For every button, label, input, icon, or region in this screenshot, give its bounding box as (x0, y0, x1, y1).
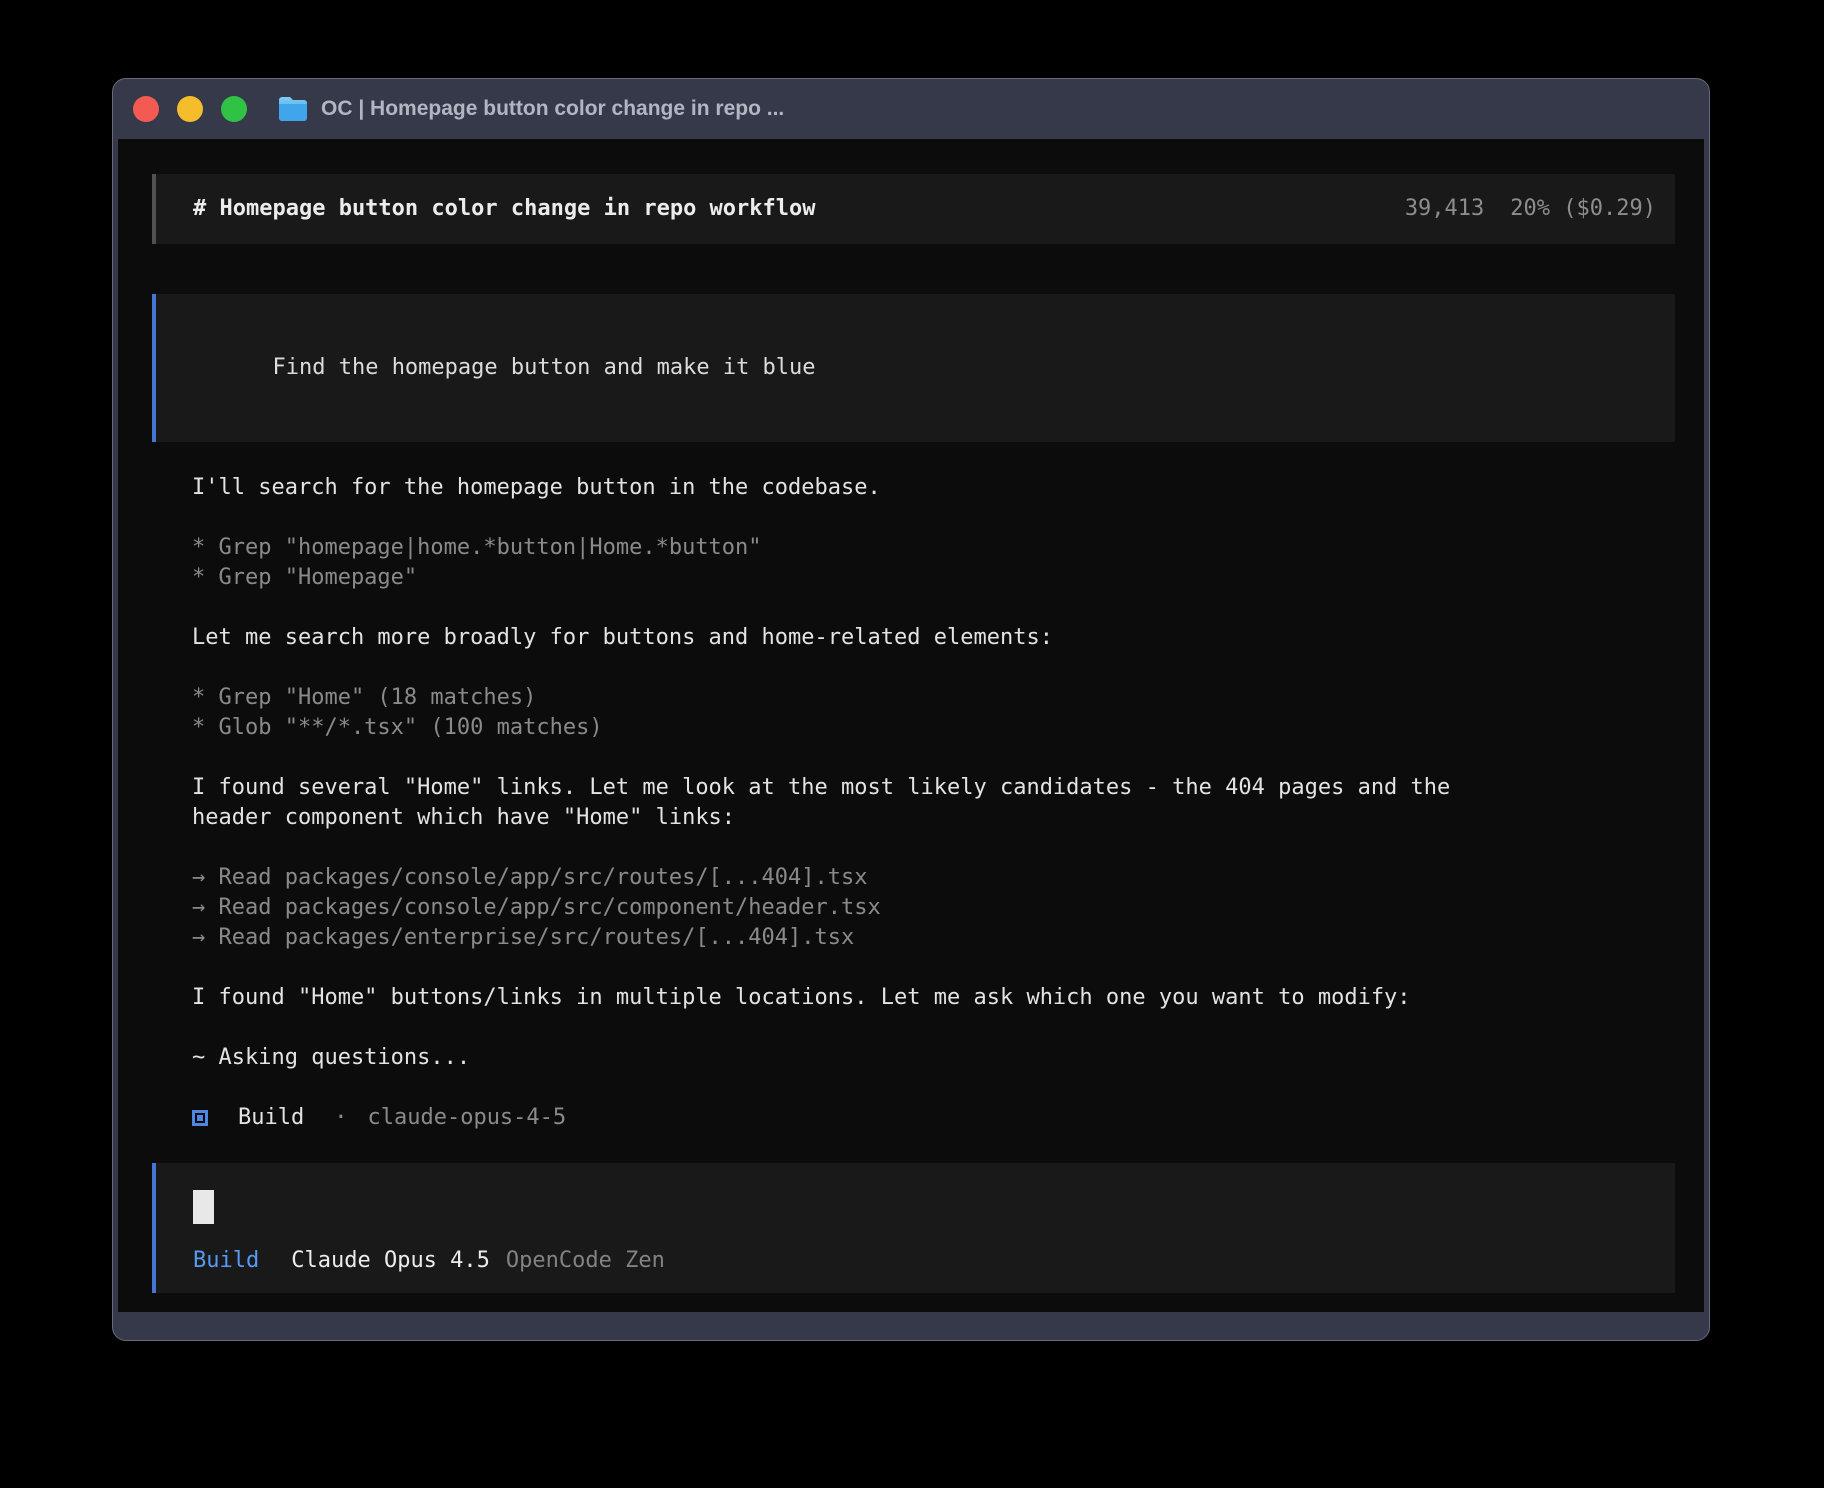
context-usage-cost: 20% ($0.29) (1510, 194, 1656, 224)
assistant-transcript: I'll search for the homepage button in t… (152, 473, 1675, 1163)
session-meta: 39,413 20% ($0.29) (1405, 194, 1656, 224)
shortcut-commands: ctrl+p commands (1466, 1311, 1664, 1312)
tool-call-grep: * Grep "Home" (18 matches) (192, 685, 536, 710)
separator-dot: · (334, 1103, 347, 1133)
assistant-message: I found "Home" buttons/links in multiple… (192, 983, 1645, 1013)
tool-call-group: → Read packages/console/app/src/routes/[… (192, 863, 1645, 953)
close-button[interactable] (133, 96, 159, 122)
folder-icon (278, 96, 308, 122)
session-header: # Homepage button color change in repo w… (152, 174, 1675, 244)
tool-call-glob: * Glob "**/*.tsx" (100 matches) (192, 715, 603, 740)
agent-status-row: Build · claude-opus-4-5 (192, 1103, 1645, 1133)
titlebar[interactable]: OC | Homepage button color change in rep… (113, 79, 1709, 138)
shortcut-agents: tab agents (1289, 1311, 1421, 1312)
interrupt-label: interrupt (369, 1311, 488, 1312)
tool-call-read: → Read packages/enterprise/src/routes/[.… (192, 925, 854, 950)
assistant-message: I'll search for the homepage button in t… (192, 473, 1645, 503)
agent-badge[interactable]: Build (193, 1246, 259, 1276)
zoom-button[interactable] (221, 96, 247, 122)
session-title: # Homepage button color change in repo w… (193, 194, 816, 224)
user-message-text: Find the homepage button and make it blu… (272, 355, 815, 380)
text-cursor (193, 1190, 214, 1224)
tool-call-grep: * Grep "homepage|home.*button|Home.*butt… (192, 535, 762, 560)
minimize-button[interactable] (177, 96, 203, 122)
agent-model: claude-opus-4-5 (367, 1103, 566, 1133)
esc-key-hint: esc (316, 1311, 356, 1312)
token-count: 39,413 (1405, 194, 1484, 224)
assistant-message: I found several "Home" links. Let me loo… (192, 773, 1645, 833)
tool-call-group: * Grep "homepage|home.*button|Home.*butt… (192, 533, 1645, 593)
terminal-content: # Homepage button color change in repo w… (118, 139, 1704, 1312)
shortcut-variants: ctrl+t variants (1047, 1311, 1245, 1312)
agent-square-icon (192, 1110, 208, 1126)
user-message-block: Find the homepage button and make it blu… (152, 294, 1675, 442)
tool-call-read: → Read packages/console/app/src/routes/[… (192, 865, 868, 890)
tool-call-group: * Grep "Home" (18 matches) * Glob "**/*.… (192, 683, 1645, 743)
window-title: OC | Homepage button color change in rep… (321, 97, 784, 121)
tool-call-grep: * Grep "Homepage" (192, 565, 417, 590)
agent-name: Build (238, 1103, 304, 1133)
model-name: Claude Opus 4.5 (291, 1246, 490, 1276)
traffic-lights (133, 96, 247, 122)
status-bar: esc interrupt ctrl+t variants tab agents… (152, 1311, 1675, 1312)
provider-name: OpenCode Zen (506, 1246, 665, 1276)
tool-call-read: → Read packages/console/app/src/componen… (192, 895, 881, 920)
assistant-message: Let me search more broadly for buttons a… (192, 623, 1645, 653)
terminal-window: OC | Homepage button color change in rep… (112, 78, 1710, 1341)
working-status: ~ Asking questions... (192, 1043, 1645, 1073)
input-status-line: Build Claude Opus 4.5 OpenCode Zen (193, 1246, 1656, 1276)
prompt-input[interactable]: Build Claude Opus 4.5 OpenCode Zen (152, 1163, 1675, 1293)
